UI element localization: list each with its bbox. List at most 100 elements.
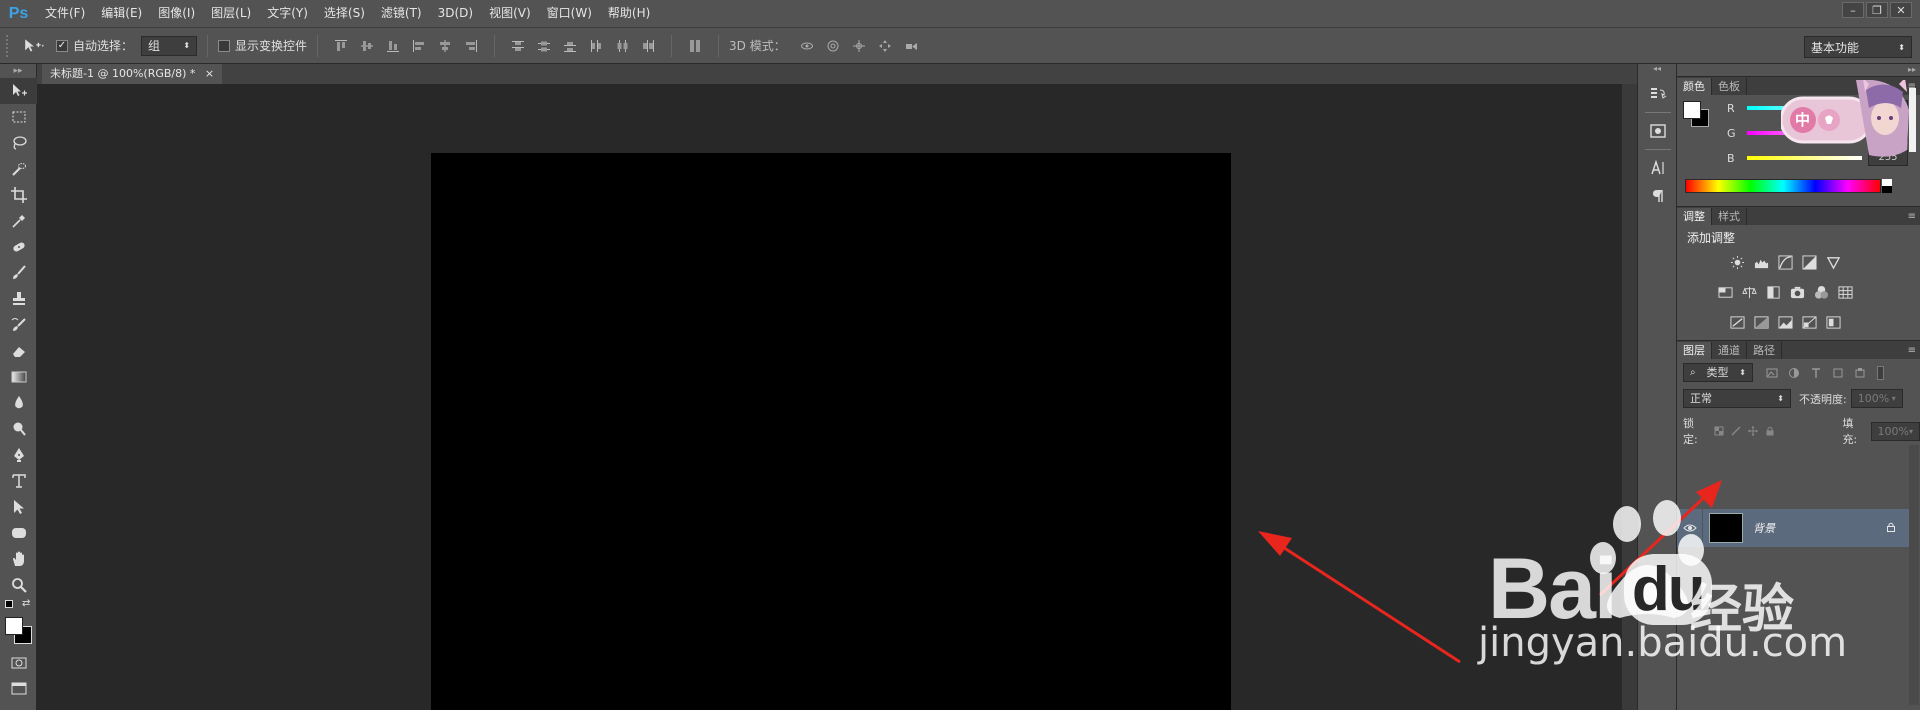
vibrance-button[interactable] xyxy=(1821,251,1845,273)
align-left-edges-button[interactable] xyxy=(409,36,429,56)
distribute-hcenter-button[interactable] xyxy=(612,36,632,56)
3d-rotate-button[interactable] xyxy=(797,36,817,56)
brush-tool[interactable] xyxy=(0,260,37,286)
spot-healing-tool[interactable] xyxy=(0,234,37,260)
curves-button[interactable] xyxy=(1773,251,1797,273)
tool-preset-picker[interactable] xyxy=(12,34,56,58)
panel-menu-icon[interactable]: ≡ xyxy=(1908,208,1916,225)
auto-align-layers-button[interactable] xyxy=(685,36,705,56)
menu-help[interactable]: 帮助(H) xyxy=(600,0,658,27)
blur-tool[interactable] xyxy=(0,390,37,416)
menu-type[interactable]: 文字(Y) xyxy=(259,0,316,27)
minimize-button[interactable]: – xyxy=(1842,2,1864,18)
tab-swatches[interactable]: 色板 xyxy=(1712,78,1747,95)
align-horizontal-centers-button[interactable] xyxy=(435,36,455,56)
menu-edit[interactable]: 编辑(E) xyxy=(93,0,150,27)
invert-button[interactable] xyxy=(1725,311,1749,333)
properties-panel-button[interactable] xyxy=(1638,117,1678,145)
photo-filter-button[interactable] xyxy=(1785,281,1809,303)
tab-styles[interactable]: 样式 xyxy=(1712,208,1747,225)
black-white-button[interactable] xyxy=(1761,281,1785,303)
workspace-switcher[interactable]: 基本功能 ⬍ xyxy=(1804,36,1912,58)
levels-button[interactable] xyxy=(1749,251,1773,273)
hand-tool[interactable] xyxy=(0,546,37,572)
show-transform-checkbox[interactable] xyxy=(218,39,231,52)
canvas-workspace[interactable] xyxy=(37,84,1622,710)
menu-layer[interactable]: 图层(L) xyxy=(203,0,259,27)
marquee-tool[interactable] xyxy=(0,104,37,130)
history-brush-tool[interactable] xyxy=(0,312,37,338)
3d-pan-button[interactable] xyxy=(849,36,869,56)
foreground-color-swatch[interactable] xyxy=(5,617,23,635)
toolbox-collapse-icon[interactable]: ▸▸ xyxy=(0,64,36,78)
3d-roll-button[interactable] xyxy=(823,36,843,56)
swap-colors-icon[interactable]: ⇄ xyxy=(22,598,30,609)
paragraph-panel-button[interactable] xyxy=(1638,182,1678,210)
opacity-field[interactable]: 100% ▾ xyxy=(1850,389,1903,408)
auto-select-checkbox[interactable]: ✓ xyxy=(56,39,68,52)
panels-collapse-icon[interactable]: ▸▸ xyxy=(1677,64,1920,76)
quick-mask-button[interactable] xyxy=(0,650,37,676)
filter-pixel-layers[interactable] xyxy=(1763,364,1781,382)
filter-adjustment-layers[interactable] xyxy=(1785,364,1803,382)
filter-type-layers[interactable] xyxy=(1807,364,1825,382)
threshold-button[interactable] xyxy=(1773,311,1797,333)
tab-color[interactable]: 颜色 xyxy=(1677,78,1712,95)
quick-selection-tool[interactable] xyxy=(0,156,37,182)
menu-select[interactable]: 选择(S) xyxy=(316,0,373,27)
clone-stamp-tool[interactable] xyxy=(0,286,37,312)
filter-toggle-switch[interactable] xyxy=(1877,365,1884,380)
default-colors-icon[interactable] xyxy=(5,600,13,608)
layer-filter-kind[interactable]: ⌕ 类型 ⬍ xyxy=(1683,363,1753,382)
menu-window[interactable]: 窗口(W) xyxy=(539,0,600,27)
distribute-top-button[interactable] xyxy=(508,36,528,56)
path-selection-tool[interactable] xyxy=(0,494,37,520)
layer-lock-icon[interactable] xyxy=(1885,521,1897,536)
foreground-color-chip[interactable] xyxy=(1683,101,1701,119)
lock-transparent-pixels[interactable] xyxy=(1711,422,1728,440)
menu-3d[interactable]: 3D(D) xyxy=(430,0,481,27)
hue-saturation-button[interactable] xyxy=(1713,281,1737,303)
lock-all[interactable] xyxy=(1762,422,1779,440)
spectrum-white-black-chip[interactable] xyxy=(1882,179,1892,193)
lock-image-pixels[interactable] xyxy=(1728,422,1745,440)
restore-button[interactable]: ❐ xyxy=(1866,2,1888,18)
distribute-left-button[interactable] xyxy=(586,36,606,56)
eyedropper-tool[interactable] xyxy=(0,208,37,234)
brightness-contrast-button[interactable] xyxy=(1725,251,1749,273)
filter-shape-layers[interactable] xyxy=(1829,364,1847,382)
align-top-edges-button[interactable] xyxy=(331,36,351,56)
3d-slide-button[interactable] xyxy=(875,36,895,56)
exposure-button[interactable] xyxy=(1797,251,1821,273)
menu-filter[interactable]: 滤镜(T) xyxy=(373,0,430,27)
menu-file[interactable]: 文件(F) xyxy=(37,0,93,27)
crop-tool[interactable] xyxy=(0,182,37,208)
layer-thumbnail[interactable] xyxy=(1709,513,1743,543)
history-panel-button[interactable] xyxy=(1638,80,1678,108)
align-bottom-edges-button[interactable] xyxy=(383,36,403,56)
color-spectrum-ramp[interactable] xyxy=(1685,179,1881,193)
tab-paths[interactable]: 路径 xyxy=(1747,342,1782,359)
align-right-edges-button[interactable] xyxy=(461,36,481,56)
menu-image[interactable]: 图像(I) xyxy=(150,0,203,27)
color-lookup-button[interactable] xyxy=(1833,281,1857,303)
distribute-vcenter-button[interactable] xyxy=(534,36,554,56)
dock-collapse-icon[interactable]: ◂◂ xyxy=(1638,64,1676,74)
shape-tool[interactable] xyxy=(0,520,37,546)
auto-select-dropdown[interactable]: 组 ⬍ xyxy=(141,35,198,56)
tab-layers[interactable]: 图层 xyxy=(1677,342,1712,359)
layer-name[interactable]: 背景 xyxy=(1753,520,1775,536)
lasso-tool[interactable] xyxy=(0,130,37,156)
posterize-button[interactable] xyxy=(1749,311,1773,333)
close-tab-icon[interactable]: × xyxy=(205,67,214,80)
screen-mode-button[interactable] xyxy=(0,676,37,702)
panel-menu-icon[interactable]: ≡ xyxy=(1908,342,1916,359)
document-tab[interactable]: 未标题-1 @ 100%(RGB/8) * × xyxy=(42,64,223,84)
pen-tool[interactable] xyxy=(0,442,37,468)
distribute-bottom-button[interactable] xyxy=(560,36,580,56)
eraser-tool[interactable] xyxy=(0,338,37,364)
type-tool[interactable] xyxy=(0,468,37,494)
menu-view[interactable]: 视图(V) xyxy=(481,0,539,27)
gradient-tool[interactable] xyxy=(0,364,37,390)
lock-position[interactable] xyxy=(1745,422,1762,440)
